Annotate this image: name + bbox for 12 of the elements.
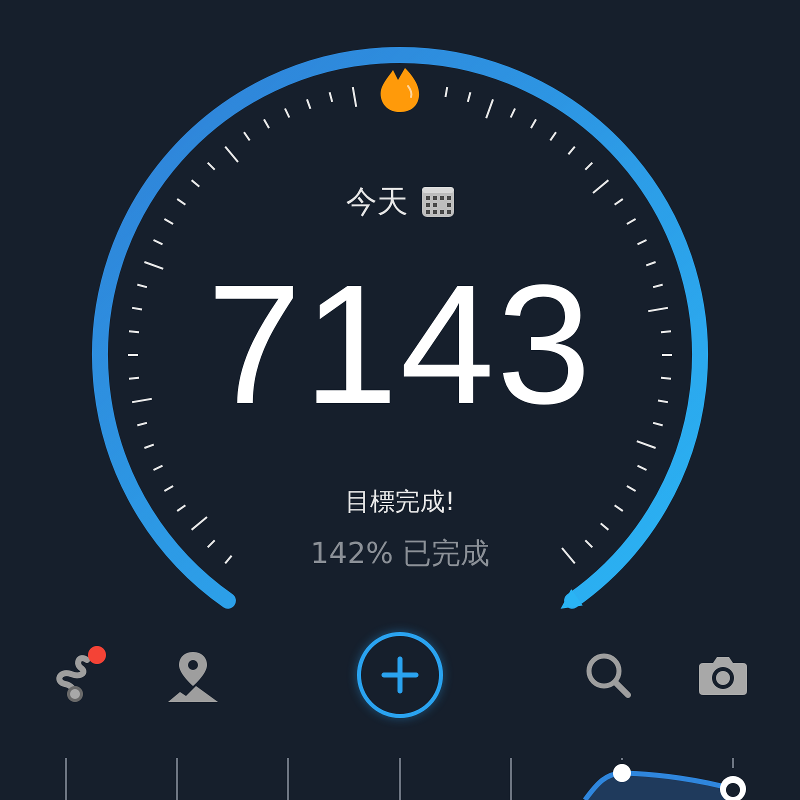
add-button[interactable] [357, 632, 443, 718]
chart-point [613, 764, 631, 782]
calendar-icon[interactable] [422, 187, 454, 217]
step-count: 7143 [206, 260, 594, 430]
goal-status: 目標完成! [344, 486, 456, 518]
flame-icon [380, 68, 420, 112]
progress-text: 142% 已完成 [310, 535, 490, 572]
end-marker-icon [560, 589, 583, 609]
today-label: 今天 [346, 183, 408, 222]
plus-icon [380, 655, 420, 695]
search-icon[interactable] [584, 651, 632, 699]
camera-icon[interactable] [698, 655, 746, 695]
